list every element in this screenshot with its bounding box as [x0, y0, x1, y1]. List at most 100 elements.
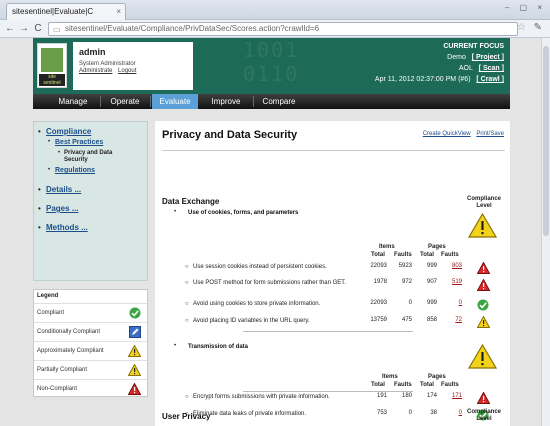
red-warning-icon [477, 279, 490, 291]
focus-row-crawl: Apr 11, 2012 02:37:00 PM (#6) [ Crawl ] [334, 74, 504, 85]
bullet-icon: • [48, 139, 51, 145]
bullet-icon: • [48, 167, 51, 173]
row-description: Use session cookies instead of persisten… [193, 264, 327, 270]
browser-toolbar: ← → C ▭ sitesentinel/Evaluate/Compliance… [0, 20, 550, 38]
nav-separator [100, 96, 101, 107]
administrate-link[interactable]: Administrate [79, 68, 112, 74]
wrench-menu-icon[interactable]: ✎ [534, 22, 542, 33]
legend-label: Compliant [37, 310, 65, 316]
vertical-scrollbar[interactable] [541, 38, 550, 426]
legend-label: Partially Compliant [37, 367, 88, 373]
focus-row-scan: AOL [ Scan ] [334, 63, 504, 74]
pages-faults-link[interactable]: 171 [438, 393, 462, 399]
nav-manage[interactable]: Manage [49, 94, 97, 109]
section-heading: User Privacy [162, 412, 211, 421]
items-total: 753 [376, 410, 387, 416]
logo-text: site sentinel [39, 74, 65, 86]
divider [243, 391, 413, 392]
bullet-icon: • [38, 204, 41, 213]
legend-label: Conditionally Compliant [37, 329, 101, 335]
bookmark-star-icon[interactable]: ☆ [517, 22, 526, 33]
legend-title: Legend [37, 293, 59, 299]
row-bullet-icon: ○ [185, 301, 189, 307]
compliance-level-header: Compliance Level [461, 409, 507, 423]
yellow-warning-large-icon [468, 213, 497, 238]
bullet-icon: • [38, 185, 41, 194]
pages-faults-link[interactable]: 803 [438, 263, 462, 269]
pages-faults-link[interactable]: 0 [438, 300, 462, 306]
pages-faults-link[interactable]: 0 [438, 410, 462, 416]
focus-crawl-date: Apr 11, 2012 02:37:00 PM (#6) [374, 76, 471, 83]
items-total: 22093 [370, 300, 387, 306]
bullet-icon: • [174, 343, 177, 349]
items-faults: 972 [401, 279, 412, 285]
items-total: 1978 [373, 279, 387, 285]
site-logo[interactable]: site sentinel [37, 43, 67, 88]
forward-arrow-icon[interactable]: → [17, 22, 31, 36]
logo-mark-icon [41, 48, 63, 72]
pages-total: 174 [426, 393, 437, 399]
reload-icon[interactable]: C [31, 22, 45, 36]
sidebar-privacy-data-security[interactable]: Privacy and Data Security [64, 150, 122, 164]
row-bullet-icon: ○ [185, 394, 189, 400]
compliance-header-line: Level [476, 416, 492, 422]
pages-header: Pages [428, 244, 446, 250]
focus-scan-name: AOL [458, 65, 473, 72]
sidebar-regulations[interactable]: Regulations [55, 167, 95, 174]
items-faults: 0 [408, 410, 412, 416]
address-bar[interactable]: ▭ sitesentinel/Evaluate/Compliance/PrivD… [48, 22, 518, 36]
pages-header: Pages [428, 374, 446, 380]
tab-title: sitesentinel|Evaluate|C [12, 7, 94, 16]
divider [162, 150, 505, 151]
legend-panel: Legend Compliant Conditionally Compliant… [33, 289, 148, 397]
nav-operate[interactable]: Operate [103, 94, 147, 109]
pages-total: 999 [426, 263, 437, 269]
nav-compare[interactable]: Compare [256, 94, 302, 109]
project-link[interactable]: [ Project ] [472, 54, 504, 61]
sidebar-methods[interactable]: Methods ... [46, 223, 88, 232]
logout-link[interactable]: Logout [118, 68, 136, 74]
green-check-icon [477, 299, 489, 311]
nav-separator [253, 96, 254, 107]
browser-titlebar: sitesentinel|Evaluate|C × – ▢ × [0, 0, 550, 20]
browser-tab[interactable]: sitesentinel|Evaluate|C × [6, 3, 126, 20]
row-description: Eliminate data leaks of private informat… [193, 411, 307, 417]
user-panel: admin System Administrator Administrate … [73, 42, 193, 90]
pages-faults-link[interactable]: 72 [438, 317, 462, 323]
print-save-link[interactable]: Print/Save [476, 131, 504, 137]
sidebar-compliance[interactable]: Compliance [46, 127, 91, 136]
nav-evaluate[interactable]: Evaluate [152, 94, 198, 109]
section-heading: Data Exchange [162, 197, 220, 206]
row-description: Use POST method for form submissions rat… [193, 280, 346, 286]
col-pages-total: Total [420, 252, 434, 258]
items-total: 13759 [370, 317, 387, 323]
sidebar: • Compliance • Best Practices • Privacy … [33, 121, 148, 281]
tab-close-icon[interactable]: × [116, 4, 121, 19]
items-faults: 5923 [398, 263, 412, 269]
sidebar-pages[interactable]: Pages ... [46, 204, 78, 213]
focus-project-name: Demo [447, 54, 466, 61]
row-bullet-icon: ○ [185, 280, 189, 286]
legend-row-compliant: Compliant [34, 303, 147, 322]
scrollbar-thumb[interactable] [543, 46, 549, 236]
pages-faults-link[interactable]: 519 [438, 279, 462, 285]
nav-separator [150, 96, 151, 107]
nav-improve[interactable]: Improve [203, 94, 249, 109]
back-arrow-icon[interactable]: ← [3, 22, 17, 36]
compliance-header-line: Level [476, 203, 492, 209]
col-items-total: Total [371, 252, 385, 258]
yellow-warning-icon [128, 345, 141, 357]
col-items-faults: Faults [394, 382, 412, 388]
group-title: Use of cookies, forms, and parameters [188, 210, 299, 216]
items-header: Items [379, 244, 395, 250]
sidebar-details[interactable]: Details ... [46, 185, 81, 194]
create-quickview-link[interactable]: Create QuickView [423, 131, 471, 137]
sidebar-best-practices[interactable]: Best Practices [55, 139, 103, 146]
red-warning-icon [477, 392, 490, 404]
compliance-level-header: Compliance Level [461, 196, 507, 210]
scan-link[interactable]: [ Scan ] [479, 65, 504, 72]
yellow-warning-icon [477, 316, 490, 328]
items-total: 191 [376, 393, 387, 399]
window-controls[interactable]: – ▢ × [505, 3, 546, 12]
crawl-link[interactable]: [ Crawl ] [476, 76, 504, 83]
